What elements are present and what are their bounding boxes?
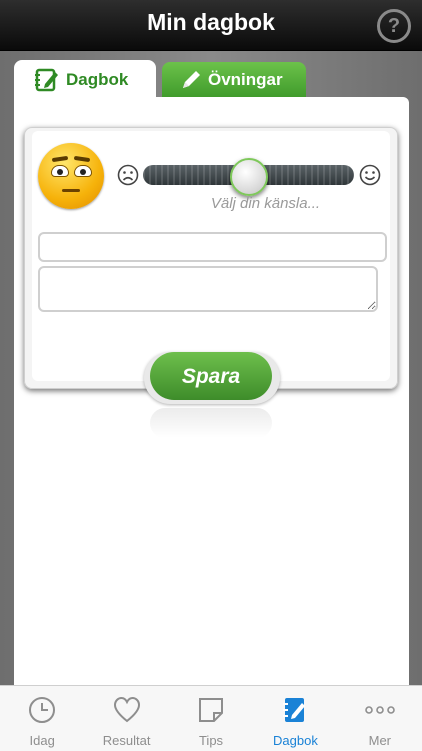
frowning-face-icon (117, 164, 139, 186)
tab-dagbok-label: Dagbok (66, 70, 129, 89)
tabbar-item-resultat[interactable]: Resultat (84, 686, 168, 751)
tabbar-item-idag[interactable]: Idag (0, 686, 84, 751)
diary-text-input[interactable] (38, 266, 378, 312)
tab-ovningar[interactable]: Övningar (162, 62, 306, 98)
page-title: Min dagbok (147, 9, 275, 35)
diary-icon (283, 698, 306, 722)
tab-ovningar-label: Övningar (208, 70, 283, 89)
tabbar-label: Dagbok (273, 733, 318, 748)
emoji-right-eye (74, 165, 92, 177)
emoji-left-pupil (57, 169, 63, 175)
heart-icon (113, 696, 140, 723)
navigation-bar: Min dagbok ? (0, 0, 422, 51)
tab-bar: Idag Resultat Tips Dagbok Mer (0, 685, 422, 751)
tabbar-item-mer[interactable]: Mer (338, 686, 422, 751)
save-button[interactable]: Spara (150, 352, 272, 400)
tabbar-label: Idag (29, 733, 55, 748)
smiling-face-icon (359, 164, 381, 186)
question-circle-icon[interactable]: ? (377, 9, 411, 43)
clock-icon (29, 697, 56, 723)
tabbar-label: Tips (198, 733, 224, 748)
notebook-pencil-icon (35, 68, 58, 92)
tabbar-item-tips[interactable]: Tips (169, 686, 253, 751)
emoji-mouth (62, 189, 80, 192)
pencil-icon (183, 71, 200, 88)
tab-dagbok[interactable]: Dagbok (14, 60, 156, 100)
tabbar-label: Mer (368, 733, 392, 748)
title-input[interactable] (38, 232, 387, 262)
emoji-right-pupil (80, 169, 86, 175)
mood-slider-knob[interactable] (229, 158, 268, 196)
tabbar-label: Resultat (102, 733, 151, 748)
unamused-face-icon (38, 143, 104, 209)
more-dots-icon (365, 706, 395, 714)
slider-hint: Välj din känsla... (210, 195, 321, 212)
note-icon (199, 698, 224, 722)
emoji-left-brow (51, 155, 69, 163)
emoji-right-brow (73, 155, 91, 163)
emoji-left-eye (51, 165, 69, 177)
tabbar-item-dagbok[interactable]: Dagbok (253, 686, 337, 751)
save-button-reflection (150, 408, 272, 438)
